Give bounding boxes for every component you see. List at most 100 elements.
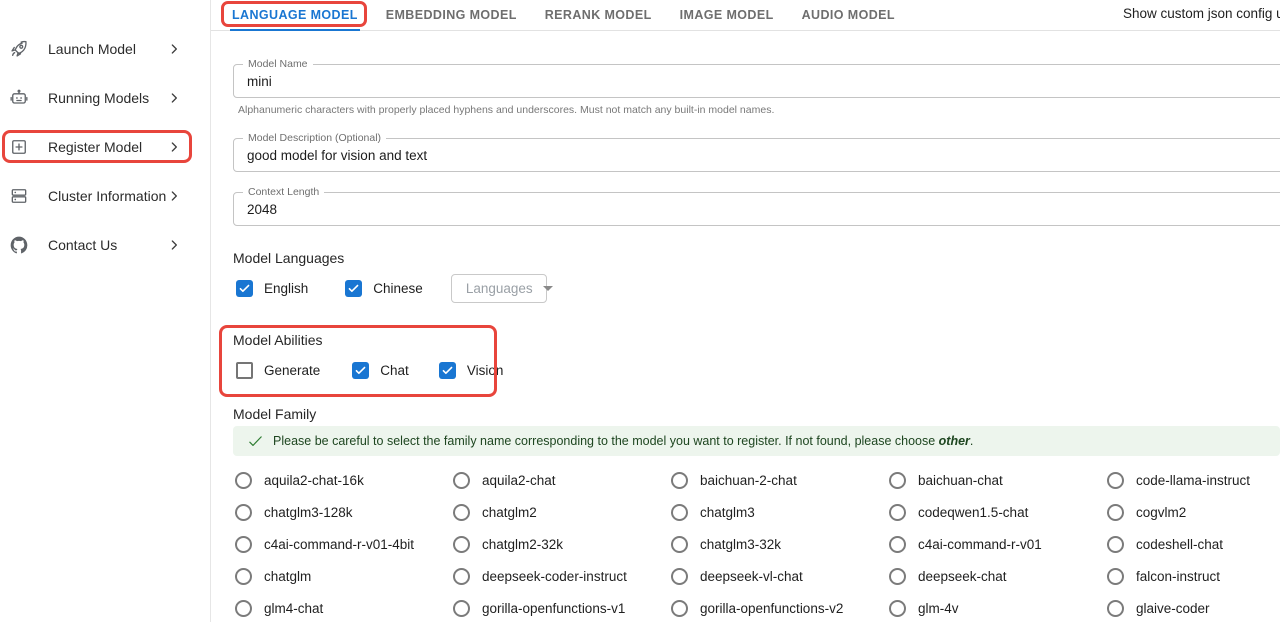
sidebar-item-cluster-information[interactable]: Cluster Information [0, 171, 210, 220]
model-languages-section-label: Model Languages [233, 250, 1280, 266]
model-family-option[interactable]: codeshell-chat [1105, 536, 1280, 553]
model-family-option[interactable]: chatglm3-32k [669, 536, 887, 553]
sidebar-item-label: Contact Us [48, 237, 117, 253]
sidebar-item-launch-model[interactable]: Launch Model [0, 24, 210, 73]
model-description-field: Model Description (Optional) [233, 138, 1280, 172]
radio-icon [1107, 536, 1124, 553]
model-family-option[interactable]: gorilla-openfunctions-v1 [451, 600, 669, 617]
model-family-option[interactable]: c4ai-command-r-v01-4bit [233, 536, 451, 553]
radio-icon [889, 472, 906, 489]
model-name-input[interactable] [234, 65, 1280, 97]
radio-icon [671, 472, 688, 489]
chevron-right-icon [166, 237, 182, 253]
model-family-option[interactable]: glm-4v [887, 600, 1105, 617]
checkbox-chinese[interactable]: Chinese [345, 280, 423, 297]
model-abilities-row: Generate Chat Vision [233, 356, 1280, 384]
model-name-label: Model Name [243, 58, 313, 71]
model-family-option[interactable]: glaive-coder [1105, 600, 1280, 617]
model-family-option[interactable]: chatglm3-128k [233, 504, 451, 521]
show-custom-json-config-link[interactable]: Show custom json config used b [1123, 6, 1280, 21]
model-family-option[interactable]: deepseek-chat [887, 568, 1105, 585]
sidebar-item-label: Running Models [48, 90, 149, 106]
model-languages-row: English Chinese Languages [233, 274, 1280, 302]
model-family-option[interactable]: c4ai-command-r-v01 [887, 536, 1105, 553]
radio-icon [235, 472, 252, 489]
sidebar-item-register-model[interactable]: Register Model [0, 122, 210, 171]
sidebar-item-running-models[interactable]: Running Models [0, 73, 210, 122]
model-family-option[interactable]: glm4-chat [233, 600, 451, 617]
radio-icon [235, 504, 252, 521]
sidebar: Launch Model Running Models Regis [0, 0, 211, 622]
tab-language-model[interactable]: LANGUAGE MODEL [232, 0, 358, 30]
sidebar-item-label: Launch Model [48, 41, 136, 57]
model-family-option[interactable]: codeqwen1.5-chat [887, 504, 1105, 521]
model-family-option[interactable]: cogvlm2 [1105, 504, 1280, 521]
checkbox-english[interactable]: English [236, 280, 308, 297]
model-family-options: aquila2-chat-16k aquila2-chat baichuan-2… [233, 464, 1280, 624]
model-description-input[interactable] [234, 139, 1280, 171]
chevron-down-icon [543, 286, 553, 291]
model-abilities-section: Model Abilities Generate Chat Vision [233, 332, 1280, 384]
radio-icon [889, 568, 906, 585]
checkbox-checked-icon [345, 280, 362, 297]
radio-icon [1107, 600, 1124, 617]
register-model-form: Model Name Alphanumeric characters with … [233, 64, 1280, 624]
model-type-tabs: LANGUAGE MODEL EMBEDDING MODEL RERANK MO… [211, 0, 1280, 31]
radio-icon [1107, 472, 1124, 489]
sidebar-item-contact-us[interactable]: Contact Us [0, 220, 210, 269]
model-family-option[interactable]: baichuan-2-chat [669, 472, 887, 489]
model-family-option[interactable]: deepseek-coder-instruct [451, 568, 669, 585]
model-description-label: Model Description (Optional) [243, 132, 386, 145]
checkbox-checked-icon [236, 280, 253, 297]
context-length-label: Context Length [243, 186, 324, 199]
radio-icon [453, 568, 470, 585]
model-family-option[interactable]: falcon-instruct [1105, 568, 1280, 585]
checkbox-unchecked-icon [236, 362, 253, 379]
model-family-option[interactable]: chatglm2 [451, 504, 669, 521]
main-panel: LANGUAGE MODEL EMBEDDING MODEL RERANK MO… [211, 0, 1280, 622]
sidebar-item-label: Cluster Information [48, 188, 166, 204]
model-family-alert: Please be careful to select the family n… [233, 426, 1280, 456]
tab-image-model[interactable]: IMAGE MODEL [680, 0, 774, 30]
chevron-right-icon [166, 188, 182, 204]
model-family-option[interactable]: baichuan-chat [887, 472, 1105, 489]
radio-icon [1107, 504, 1124, 521]
model-family-option[interactable]: chatglm3 [669, 504, 887, 521]
model-family-option[interactable]: gorilla-openfunctions-v2 [669, 600, 887, 617]
radio-icon [889, 504, 906, 521]
radio-icon [671, 600, 688, 617]
radio-icon [889, 536, 906, 553]
radio-icon [453, 504, 470, 521]
chevron-right-icon [166, 41, 182, 57]
model-family-option[interactable]: aquila2-chat-16k [233, 472, 451, 489]
cluster-icon [9, 186, 29, 206]
tab-embedding-model[interactable]: EMBEDDING MODEL [386, 0, 517, 30]
tab-audio-model[interactable]: AUDIO MODEL [802, 0, 895, 30]
radio-icon [453, 600, 470, 617]
chevron-right-icon [166, 139, 182, 155]
model-family-option[interactable]: deepseek-vl-chat [669, 568, 887, 585]
model-family-option[interactable]: aquila2-chat [451, 472, 669, 489]
context-length-input[interactable] [234, 193, 1280, 225]
model-family-option[interactable]: chatglm [233, 568, 451, 585]
radio-icon [235, 536, 252, 553]
radio-icon [453, 536, 470, 553]
tab-rerank-model[interactable]: RERANK MODEL [545, 0, 652, 30]
rocket-icon [9, 39, 29, 59]
checkbox-checked-icon [439, 362, 456, 379]
model-family-option[interactable]: chatglm2-32k [451, 536, 669, 553]
check-icon [247, 433, 264, 450]
checkbox-chat[interactable]: Chat [352, 362, 409, 379]
checkbox-vision[interactable]: Vision [439, 362, 504, 379]
github-icon [9, 235, 29, 255]
radio-icon [671, 536, 688, 553]
model-family-option[interactable]: code-llama-instruct [1105, 472, 1280, 489]
radio-icon [671, 504, 688, 521]
checkbox-generate[interactable]: Generate [236, 362, 320, 379]
context-length-field: Context Length [233, 192, 1280, 226]
radio-icon [1107, 568, 1124, 585]
radio-icon [671, 568, 688, 585]
chevron-right-icon [166, 90, 182, 106]
add-box-icon [9, 137, 29, 157]
languages-dropdown[interactable]: Languages [451, 274, 547, 303]
